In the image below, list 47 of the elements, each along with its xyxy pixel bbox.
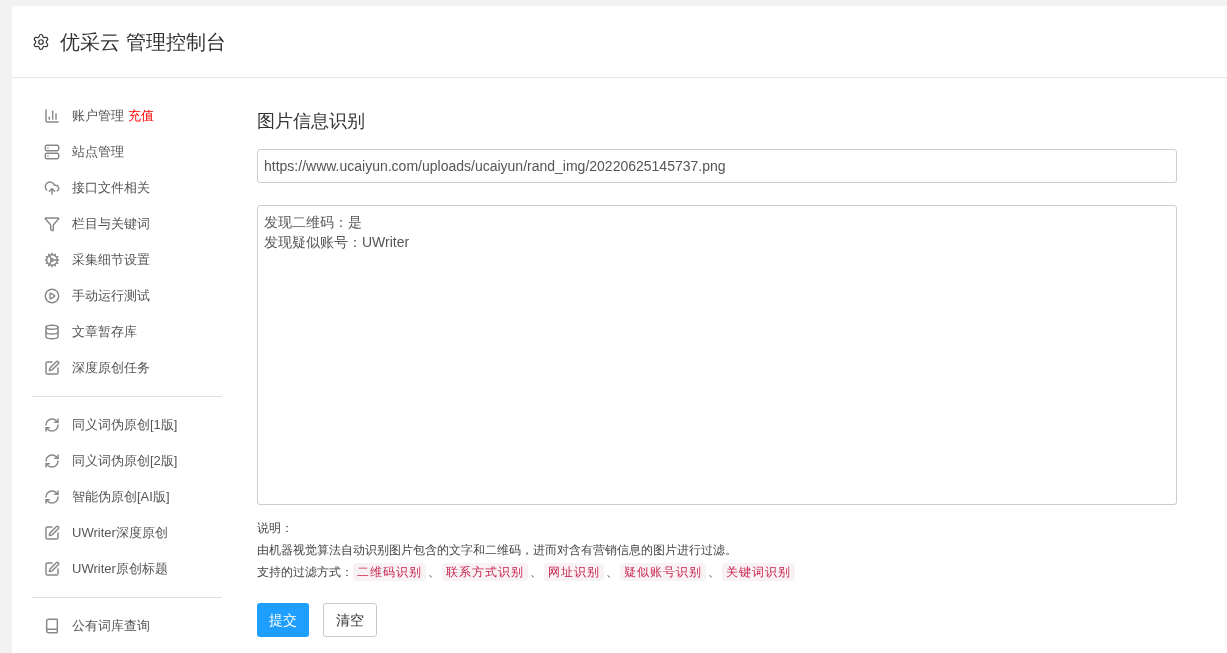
edit-icon (44, 360, 60, 376)
refresh-icon (44, 489, 60, 505)
method-tag: 二维码识别 (353, 563, 426, 581)
sidebar-item[interactable]: 智能伪原创[AI版] (32, 479, 222, 515)
sidebar-item[interactable]: 同义词伪原创[1版] (32, 407, 222, 443)
sidebar-item[interactable]: 接口文件相关 (32, 170, 222, 206)
bar-chart-icon (44, 108, 60, 124)
database-icon (44, 324, 60, 340)
sidebar-item[interactable]: 文章暂存库 (32, 314, 222, 350)
filter-icon (44, 216, 60, 232)
section-title: 图片信息识别 (257, 110, 366, 133)
sidebar-item[interactable]: 深度原创任务 (32, 350, 222, 386)
sidebar-item[interactable]: 手动运行测试 (32, 278, 222, 314)
refresh-icon (44, 453, 60, 469)
url-field[interactable]: https://www.ucaiyun.com/uploads/ucaiyun/rand_img/20220625145737.png (257, 149, 1177, 183)
sidebar-item[interactable]: 站点管理 (32, 134, 222, 170)
note-text: 由机器视觉算法自动识别图片包含的文字和二维码，进而对含有营销信息的图片进行过滤。 (257, 542, 737, 559)
separator-text: 、 (708, 564, 720, 581)
refresh-icon (44, 417, 60, 433)
edit-icon (44, 525, 60, 541)
cloud-upload-icon (44, 180, 60, 196)
clear-button[interactable]: 清空 (323, 603, 377, 637)
play-icon (44, 288, 60, 304)
server-icon (44, 144, 60, 160)
result-box[interactable]: 发现二维码：是 发现疑似账号：UWriter (257, 205, 1177, 505)
sidebar-item[interactable]: 公有词库查询 (32, 608, 222, 644)
gears-icon (44, 252, 60, 268)
method-tag: 网址识别 (544, 563, 604, 581)
separator-text: 、 (606, 564, 618, 581)
note-title: 说明： (257, 520, 293, 537)
methods-label: 支持的过滤方式： (257, 564, 353, 581)
sidebar-item[interactable]: 账户管理 充值 (32, 98, 222, 134)
method-tag: 疑似账号识别 (620, 563, 706, 581)
sidebar-item[interactable]: UWriter原创标题 (32, 551, 222, 587)
sidebar-item[interactable]: 栏目与关键词 (32, 206, 222, 242)
recharge-link[interactable]: 充值 (128, 106, 154, 126)
sidebar-item[interactable]: UWriter深度原创 (32, 515, 222, 551)
method-tag: 关键词识别 (722, 563, 795, 581)
method-tag: 联系方式识别 (442, 563, 528, 581)
separator-text: 、 (530, 564, 542, 581)
separator-text: 、 (428, 564, 440, 581)
settings-icon (32, 32, 50, 51)
edit-icon (44, 561, 60, 577)
console-title: 优采云 管理控制台 (60, 29, 226, 55)
sidebar-item[interactable]: 同义词伪原创[2版] (32, 443, 222, 479)
sidebar-item[interactable]: 采集细节设置 (32, 242, 222, 278)
book-icon (44, 618, 60, 634)
